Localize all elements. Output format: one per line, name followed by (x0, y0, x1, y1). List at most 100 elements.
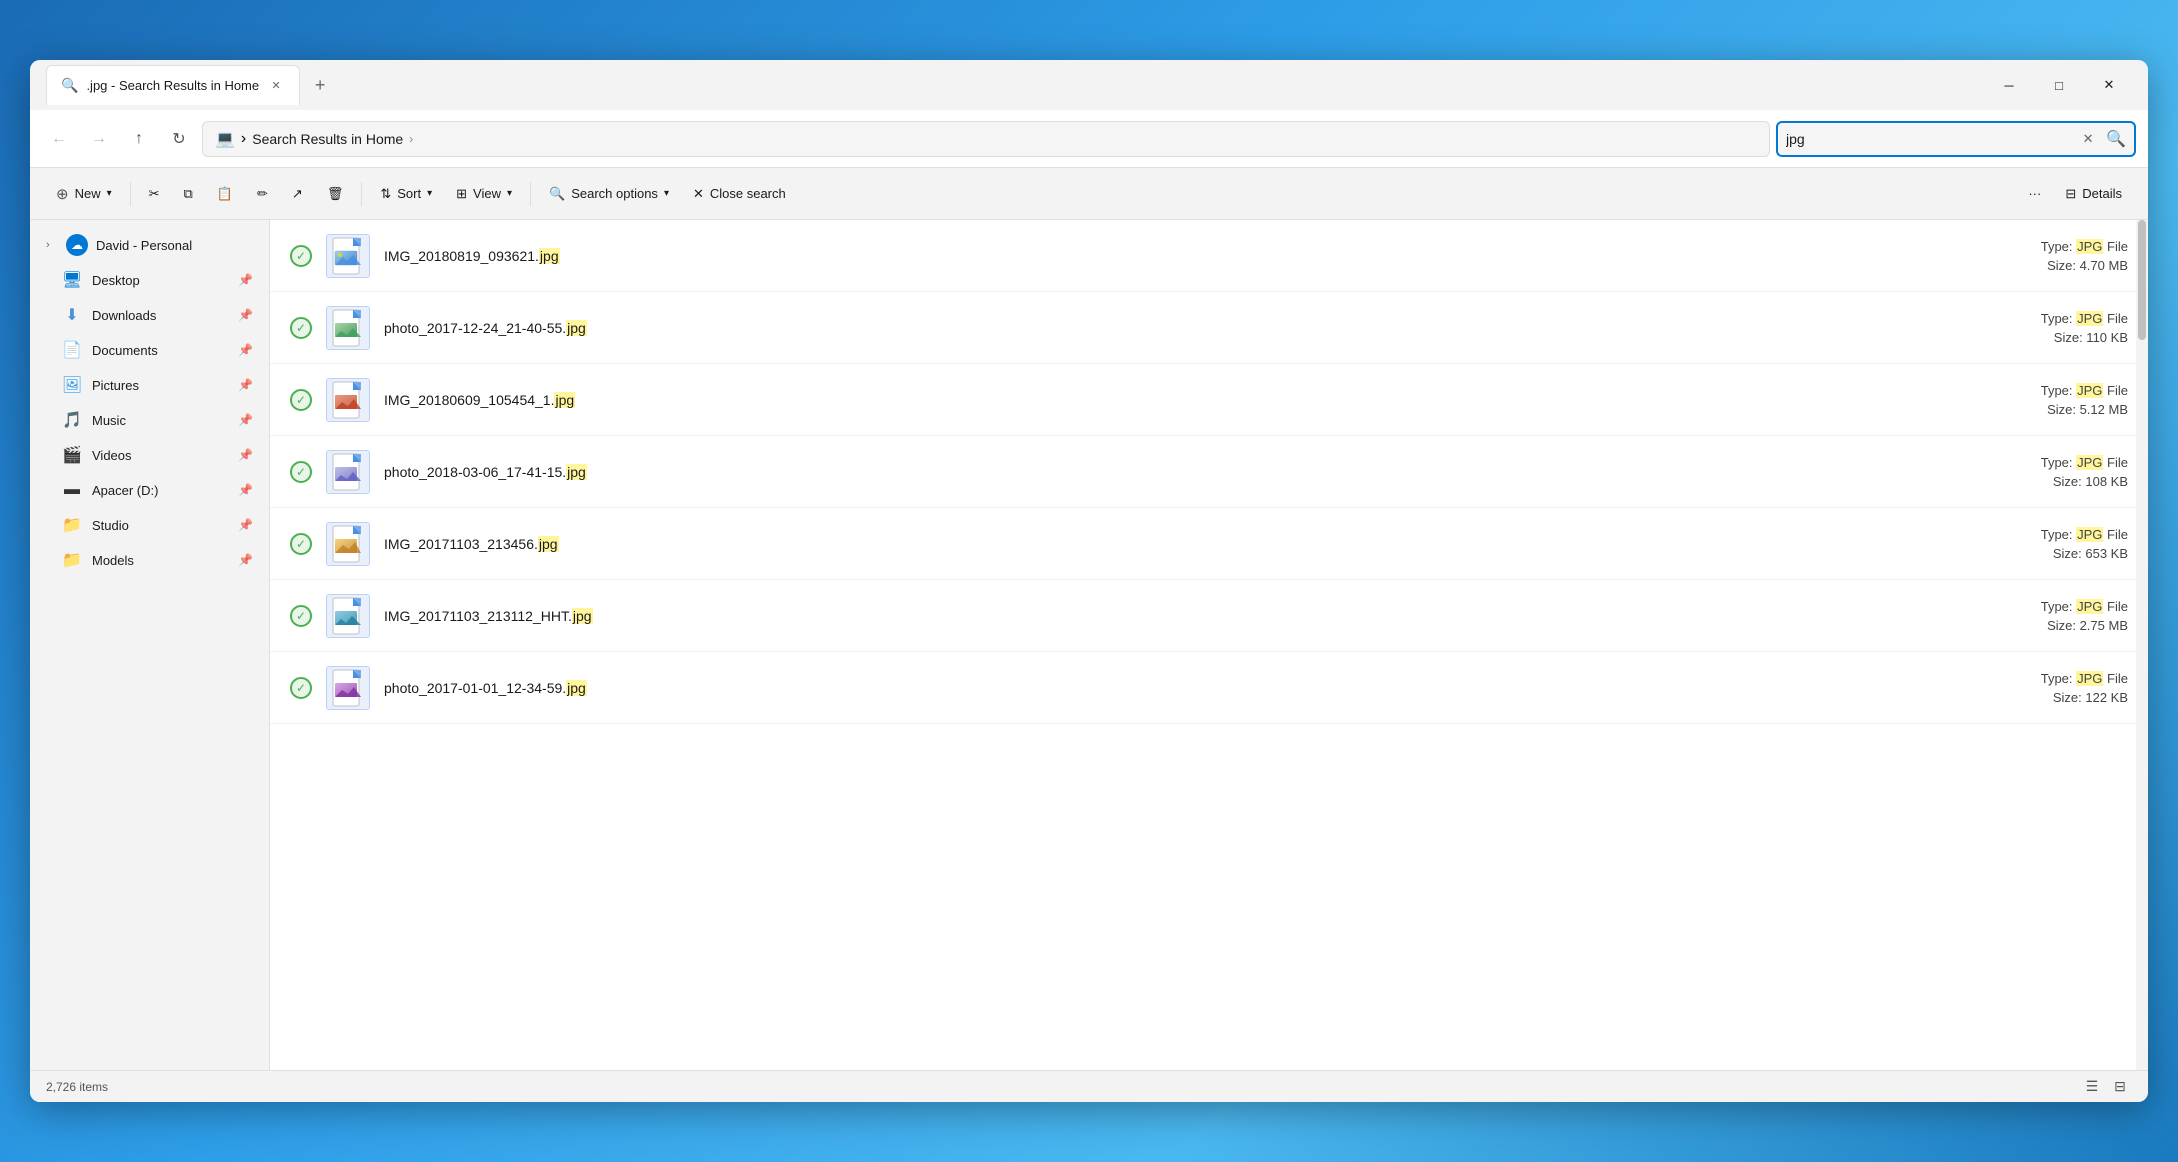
sidebar-videos-label: Videos (92, 448, 228, 463)
table-row[interactable]: ✓ (270, 364, 2148, 436)
scrollbar-thumb[interactable] (2138, 220, 2146, 340)
breadcrumb-bar[interactable]: 💻 › Search Results in Home › (202, 121, 1770, 157)
documents-pin-icon: 📌 (238, 343, 253, 357)
file-type: Type: JPG File (2041, 239, 2128, 254)
view-button[interactable]: ⊞ View ▾ (446, 176, 522, 212)
paste-button[interactable]: 📋 (207, 176, 243, 212)
sidebar-section-header[interactable]: › ☁ David - Personal (34, 228, 265, 262)
sidebar-item-desktop[interactable]: 🖥 Desktop 📌 (34, 263, 265, 297)
table-row[interactable]: ✓ (270, 436, 2148, 508)
sidebar-item-music[interactable]: 🎵 Music 📌 (34, 403, 265, 437)
file-size: Size: 108 KB (2053, 474, 2128, 489)
details-button[interactable]: ⊟ Details (2055, 176, 2132, 212)
search-input[interactable] (1786, 131, 2070, 147)
toolbar-separator-2 (361, 182, 362, 206)
cut-button[interactable]: ✂ (139, 176, 170, 212)
file-type: Type: JPG File (2041, 383, 2128, 398)
file-name-prefix: IMG_20171103_213112_HHT. (384, 608, 572, 624)
file-name-highlight: jpg (566, 320, 587, 336)
window-controls: ─ □ ✕ (1986, 69, 2132, 101)
file-meta: Type: JPG File Size: 110 KB (1968, 311, 2128, 345)
grid-view-button[interactable]: ⊟ (2108, 1075, 2132, 1099)
forward-button[interactable]: → (82, 122, 116, 156)
file-name-area: IMG_20171103_213112_HHT.jpg (384, 608, 1954, 624)
rename-button[interactable]: ✏ (247, 176, 278, 212)
search-submit-icon[interactable]: 🔍 (2106, 129, 2126, 149)
file-size: Size: 5.12 MB (2047, 402, 2128, 417)
studio-pin-icon: 📌 (238, 518, 253, 532)
pictures-icon: 🖼 (62, 375, 82, 395)
details-label: Details (2082, 186, 2122, 201)
sync-status-icon: ✓ (290, 389, 312, 411)
refresh-button[interactable]: ↻ (162, 122, 196, 156)
table-row[interactable]: ✓ (270, 652, 2148, 724)
search-box[interactable]: ✕ 🔍 (1776, 121, 2136, 157)
new-button[interactable]: ⊕ New ▾ (46, 176, 122, 212)
sidebar-apacer-label: Apacer (D:) (92, 483, 228, 498)
file-name-highlight: jpg (554, 392, 575, 408)
share-button[interactable]: ↗ (282, 176, 313, 212)
file-icon (326, 522, 370, 566)
file-name-highlight: jpg (572, 608, 593, 624)
explorer-window: 🔍 .jpg - Search Results in Home ✕ + ─ □ … (30, 60, 2148, 1102)
cloud-icon: ☁ (66, 234, 88, 256)
view-icon: ⊞ (456, 186, 467, 202)
sidebar-item-studio[interactable]: 📁 Studio 📌 (34, 508, 265, 542)
file-icon (326, 594, 370, 638)
search-options-button[interactable]: 🔍 Search options ▾ (539, 176, 679, 212)
more-options-button[interactable]: ··· (2018, 176, 2051, 212)
file-icon (326, 378, 370, 422)
up-button[interactable]: ↑ (122, 122, 156, 156)
sidebar-item-documents[interactable]: 📄 Documents 📌 (34, 333, 265, 367)
active-tab[interactable]: 🔍 .jpg - Search Results in Home ✕ (46, 65, 300, 105)
sync-status-icon: ✓ (290, 317, 312, 339)
close-button[interactable]: ✕ (2086, 69, 2132, 101)
back-button[interactable]: ← (42, 122, 76, 156)
table-row[interactable]: ✓ (270, 580, 2148, 652)
file-meta: Type: JPG File Size: 5.12 MB (1968, 383, 2128, 417)
scrollbar-track[interactable] (2136, 220, 2148, 1070)
studio-folder-icon: 📁 (62, 515, 82, 535)
sidebar-item-models[interactable]: 📁 Models 📌 (34, 543, 265, 577)
file-meta: Type: JPG File Size: 2.75 MB (1968, 599, 2128, 633)
search-clear-button[interactable]: ✕ (2076, 127, 2100, 151)
sidebar-item-apacer[interactable]: ▬ Apacer (D:) 📌 (34, 473, 265, 507)
minimize-button[interactable]: ─ (1986, 69, 2032, 101)
file-name-highlight: jpg (566, 680, 587, 696)
new-icon: ⊕ (56, 185, 69, 203)
sidebar-item-videos[interactable]: 🎬 Videos 📌 (34, 438, 265, 472)
sidebar-downloads-label: Downloads (92, 308, 228, 323)
file-size: Size: 2.75 MB (2047, 618, 2128, 633)
view-label: View (473, 186, 501, 201)
list-view-button[interactable]: ☰ (2080, 1075, 2104, 1099)
copy-icon: ⧉ (184, 186, 193, 202)
table-row[interactable]: ✓ (270, 508, 2148, 580)
file-name: IMG_20180819_093621.jpg (384, 248, 1954, 264)
close-search-label: Close search (710, 186, 786, 201)
maximize-button[interactable]: □ (2036, 69, 2082, 101)
close-search-button[interactable]: ✕ Close search (683, 176, 796, 212)
copy-button[interactable]: ⧉ (174, 176, 203, 212)
table-row[interactable]: ✓ (270, 220, 2148, 292)
toolbar-separator-3 (530, 182, 531, 206)
file-name: IMG_20180609_105454_1.jpg (384, 392, 1954, 408)
sidebar-item-pictures[interactable]: 🖼 Pictures 📌 (34, 368, 265, 402)
new-tab-button[interactable]: + (304, 69, 336, 101)
file-name: photo_2017-01-01_12-34-59.jpg (384, 680, 1954, 696)
address-bar: ← → ↑ ↻ 💻 › Search Results in Home › ✕ 🔍 (30, 110, 2148, 168)
breadcrumb-chevron: › (241, 130, 246, 148)
table-row[interactable]: ✓ (270, 292, 2148, 364)
sync-status-icon: ✓ (290, 605, 312, 627)
sidebar-item-downloads[interactable]: ⬇ Downloads 📌 (34, 298, 265, 332)
delete-icon: 🗑 (327, 186, 344, 202)
sort-button[interactable]: ⇅ Sort ▾ (370, 176, 442, 212)
file-type: Type: JPG File (2041, 527, 2128, 542)
view-toggle-buttons: ☰ ⊟ (2080, 1075, 2132, 1099)
file-name-prefix: IMG_20180819_093621. (384, 248, 539, 264)
delete-button[interactable]: 🗑 (317, 176, 354, 212)
tab-close-button[interactable]: ✕ (267, 77, 285, 95)
more-icon: ··· (2028, 186, 2041, 201)
tab-search-icon: 🔍 (61, 77, 78, 94)
file-name: IMG_20171103_213112_HHT.jpg (384, 608, 1954, 624)
file-icon (326, 450, 370, 494)
